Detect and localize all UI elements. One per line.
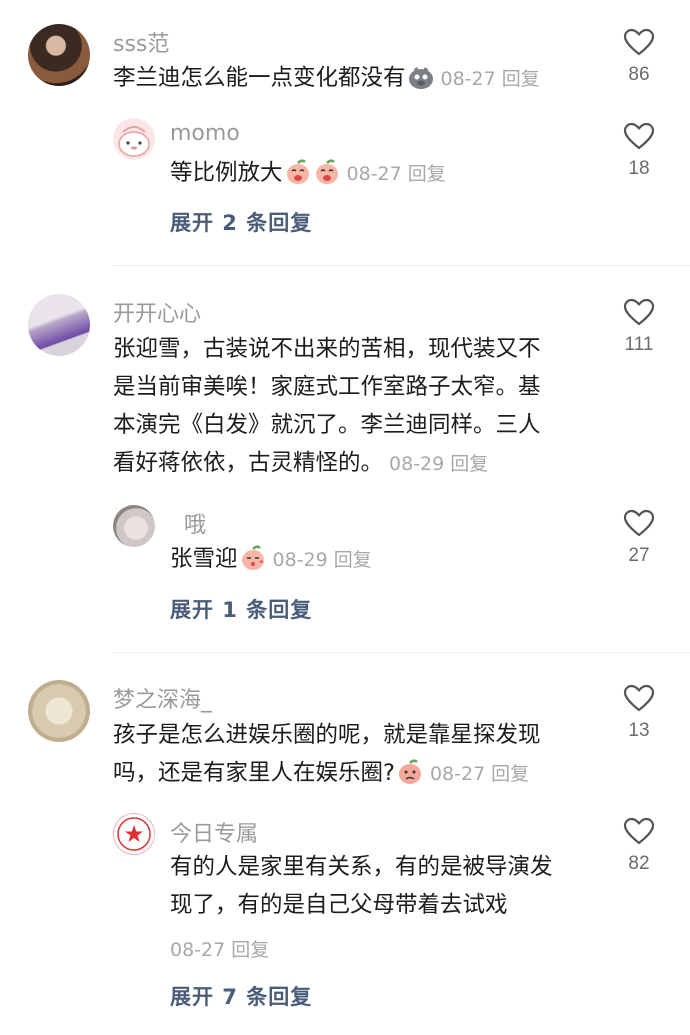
divider: [113, 265, 690, 266]
comment-line: 看好蒋依依，古灵精怪的。: [113, 450, 384, 476]
heart-outline-icon: [623, 28, 655, 56]
reply-line: 有的人是家里有关系，有的是被导演发: [170, 854, 553, 880]
reply-link[interactable]: 回复: [502, 68, 540, 90]
reply-link[interactable]: 回复: [491, 763, 529, 785]
cartoon-avatar-icon: [118, 126, 150, 157]
like-count: 18: [628, 158, 650, 179]
confused-peach-emoji: [398, 759, 421, 784]
reply-username[interactable]: momo: [170, 121, 240, 146]
kissing-peach-emoji: [241, 545, 264, 570]
comment-line: 张迎雪，古装说不出来的苦相，现代装又不: [113, 336, 541, 362]
like-button[interactable]: 82: [614, 817, 664, 875]
reply-avatar[interactable]: [113, 118, 155, 160]
like-count: 111: [624, 334, 654, 355]
like-count: 86: [628, 64, 650, 85]
comment-text: 张迎雪，古装说不出来的苦相，现代装又不 是当前审美唉！家庭式工作室路子太窄。基 …: [113, 330, 613, 483]
red-star-seal-icon: [117, 817, 151, 851]
reply-body: 张雪迎: [170, 546, 238, 572]
heart-outline-icon: [623, 122, 655, 150]
reply-username[interactable]: 今日专属: [170, 816, 258, 848]
like-count: 13: [628, 720, 650, 741]
comment-username[interactable]: 开开心心: [113, 296, 201, 328]
expand-replies-button[interactable]: 展开 1 条回复: [170, 594, 312, 624]
like-button[interactable]: 18: [614, 122, 664, 180]
reply-date: 08-27: [346, 163, 402, 185]
like-button[interactable]: 27: [614, 509, 664, 567]
divider: [113, 652, 690, 653]
comment-meta: 08-29 回复: [389, 453, 488, 475]
reply-link[interactable]: 回复: [334, 549, 372, 571]
comment-line: 孩子是怎么进娱乐圈的呢，就是靠星探发现: [113, 722, 541, 748]
heart-outline-icon: [623, 509, 655, 537]
comment-meta: 08-27 回复: [430, 763, 529, 785]
like-button[interactable]: 86: [614, 28, 664, 86]
comment-line: 本演完《白发》就沉了。李兰迪同样。三人: [113, 412, 541, 438]
sad-pig-emoji: [408, 67, 433, 89]
reply-date: 08-27: [170, 939, 226, 961]
heart-outline-icon: [623, 817, 655, 845]
heart-outline-icon: [623, 684, 655, 712]
reply-meta: 08-27 回复: [170, 935, 269, 962]
comment-username[interactable]: sss范: [113, 26, 169, 58]
reply-date: 08-29: [272, 549, 328, 571]
reply-link[interactable]: 回复: [450, 453, 488, 475]
reply-line: 现了，有的是自己父母带着去试戏: [170, 892, 508, 918]
like-button[interactable]: 111: [614, 298, 664, 356]
expand-replies-button[interactable]: 展开 2 条回复: [170, 207, 312, 237]
reply-body: 等比例放大: [170, 160, 283, 186]
comment-meta: 08-27 回复: [441, 68, 540, 90]
avatar[interactable]: [28, 294, 90, 356]
expand-replies-button[interactable]: 展开 7 条回复: [170, 981, 312, 1011]
like-button[interactable]: 13: [614, 684, 664, 742]
reply-link[interactable]: 回复: [408, 163, 446, 185]
reply-username[interactable]: 哦: [184, 507, 206, 539]
laughing-peach-emoji: [315, 159, 338, 184]
reply-avatar[interactable]: [113, 813, 155, 855]
reply-meta: 08-29 回复: [273, 549, 372, 571]
reply-text: 有的人是家里有关系，有的是被导演发 现了，有的是自己父母带着去试戏: [170, 848, 610, 924]
reply-meta: 08-27 回复: [347, 163, 446, 185]
comment-date: 08-29: [389, 453, 445, 475]
avatar[interactable]: [28, 680, 90, 742]
like-count: 27: [628, 545, 650, 566]
comment-body: 李兰迪怎么能一点变化都没有: [113, 65, 406, 91]
comment-line: 是当前审美唉！家庭式工作室路子太窄。基: [113, 374, 541, 400]
reply-text: 张雪迎 08-29 回复: [170, 540, 610, 579]
comment-username[interactable]: 梦之深海_: [113, 682, 212, 714]
reply-avatar[interactable]: [113, 505, 155, 547]
heart-outline-icon: [623, 298, 655, 326]
laughing-peach-emoji: [286, 159, 309, 184]
reply-link[interactable]: 回复: [231, 939, 269, 961]
like-count: 82: [628, 853, 650, 874]
comment-line: 吗，还是有家里人在娱乐圈?: [113, 760, 395, 786]
comment-text: 李兰迪怎么能一点变化都没有 08-27 回复: [113, 59, 613, 98]
reply-text: 等比例放大 08-27 回复: [170, 154, 610, 193]
avatar[interactable]: [28, 24, 90, 86]
comment-date: 08-27: [440, 68, 496, 90]
comment-date: 08-27: [429, 763, 486, 785]
comment-text: 孩子是怎么进娱乐圈的呢，就是靠星探发现 吗，还是有家里人在娱乐圈? 08-27 回复: [113, 716, 613, 793]
